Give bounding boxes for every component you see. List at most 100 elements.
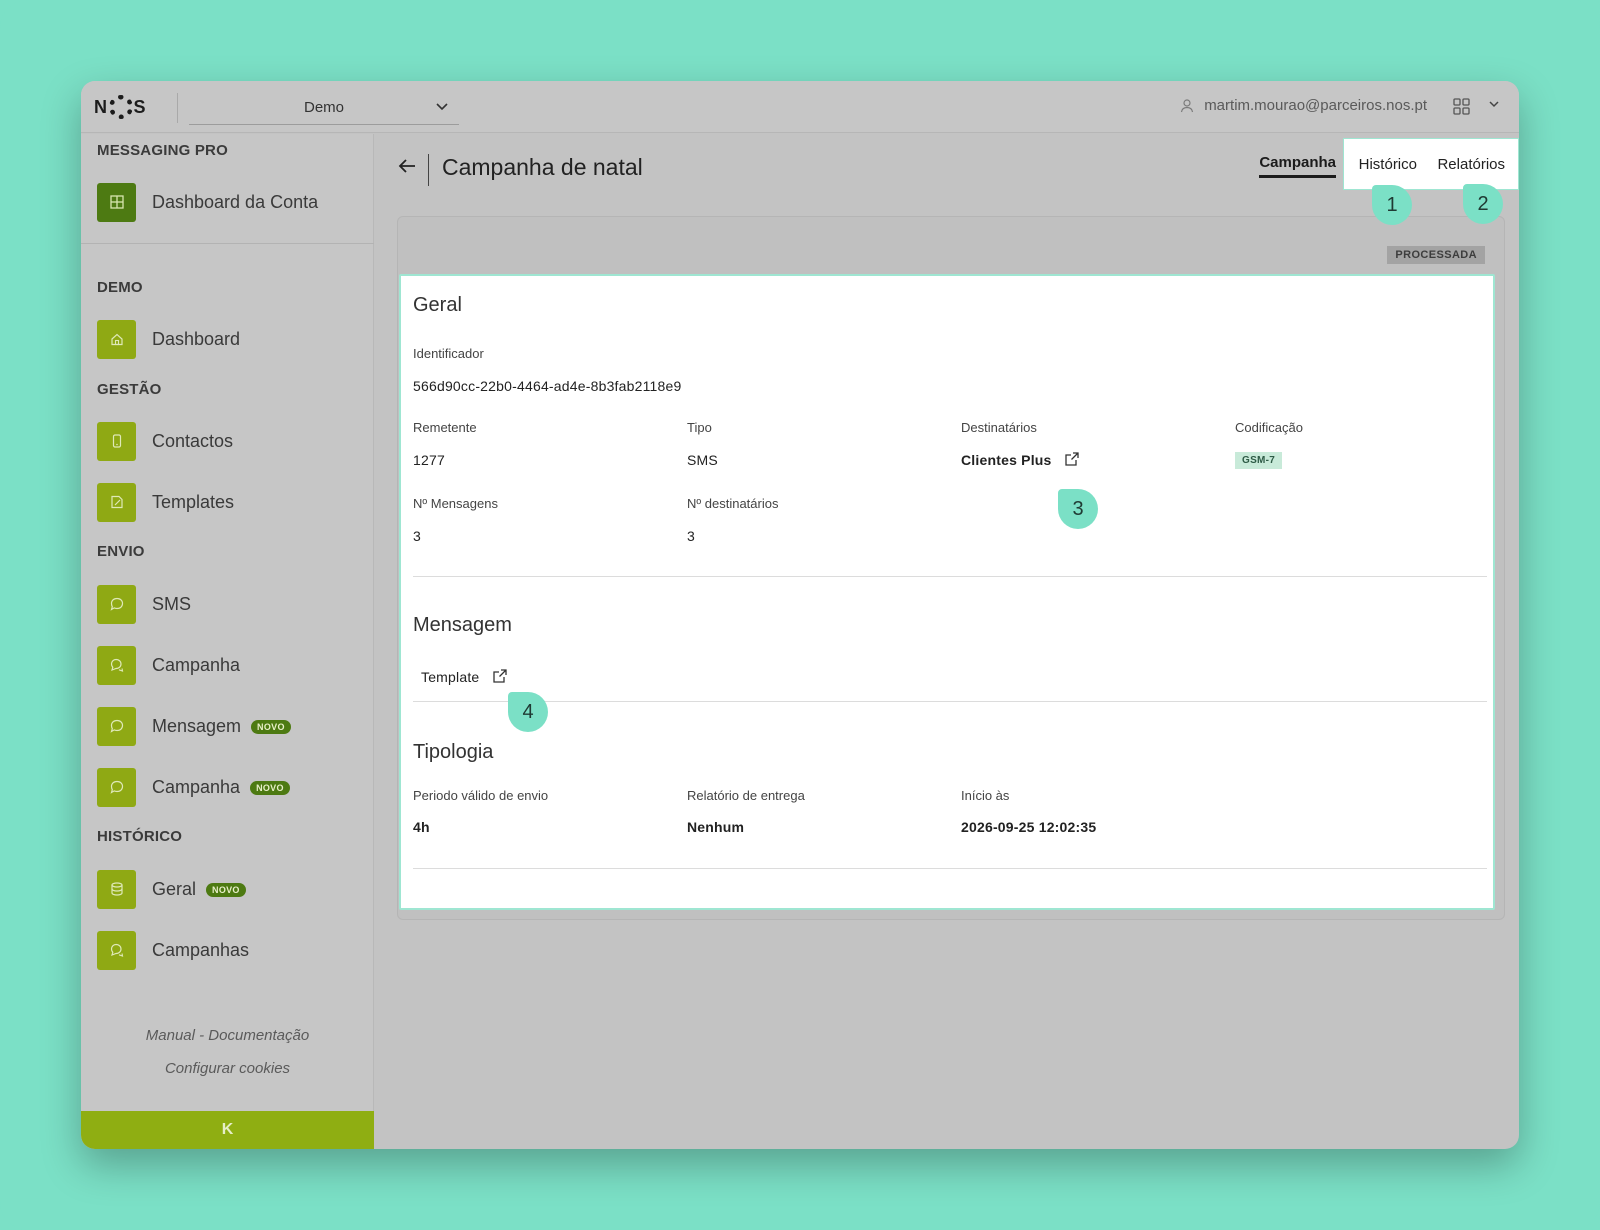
sidebar-item-dashboard-conta[interactable]: Dashboard da Conta: [97, 182, 318, 222]
codificacao-badge: GSM-7: [1235, 452, 1283, 469]
template-link-text: Template: [421, 669, 480, 685]
sidebar-item-label: Geral NOVO: [152, 879, 246, 900]
remetente-value: 1277: [413, 452, 445, 468]
page-title: Campanha de natal: [442, 154, 643, 180]
tipo-label: Tipo: [687, 420, 712, 435]
callout-3: 3: [1058, 489, 1098, 529]
remetente-label: Remetente: [413, 420, 477, 435]
inicio-label: Início às: [961, 788, 1010, 803]
collapse-icon: K: [221, 1121, 234, 1138]
sidebar-item-text: Mensagem: [152, 715, 242, 736]
edit-icon: [97, 482, 136, 522]
logo-ring-icon: [108, 95, 133, 119]
section-divider: [413, 701, 1487, 702]
sidebar-item-label: Campanhas: [152, 939, 250, 960]
sidebar: MESSAGING PRO Dashboard da Conta DEMO Da…: [81, 134, 374, 1149]
database-icon: [97, 869, 136, 909]
periodo-value: 4h: [413, 819, 430, 835]
home-icon: [97, 319, 136, 359]
identificador-value: 566d90cc-22b0-4464-ad4e-8b3fab2118e9: [413, 378, 682, 394]
novo-badge: NOVO: [206, 882, 246, 897]
user-icon: [1181, 98, 1194, 112]
sidebar-item-contactos[interactable]: Contactos: [97, 421, 233, 461]
destinatarios-label: Destinatários: [961, 420, 1037, 435]
status-badge: PROCESSADA: [1387, 246, 1485, 264]
destinatarios-link[interactable]: Clientes Plus: [961, 451, 1080, 468]
novo-badge: NOVO: [250, 780, 290, 795]
chat-group-icon: [97, 645, 136, 685]
sidebar-item-templates[interactable]: Templates: [97, 482, 234, 522]
account-select[interactable]: Demo: [189, 91, 459, 125]
section-envio: ENVIO: [97, 543, 145, 560]
nos-logo[interactable]: NS: [94, 93, 146, 121]
sidebar-item-label: Dashboard da Conta: [152, 191, 319, 212]
app-window: NS Demo martim.mourao@parceiros.nos.pt M…: [81, 81, 1519, 1149]
chat-icon: [97, 706, 136, 746]
phone-icon: [97, 421, 136, 461]
tab-historico[interactable]: Histórico: [1359, 156, 1417, 173]
tab-relatorios[interactable]: Relatórios: [1437, 156, 1505, 173]
n-mensagens-value: 3: [413, 528, 421, 544]
collapse-sidebar-button[interactable]: K: [81, 1111, 374, 1149]
grid-icon: [97, 182, 136, 222]
section-divider: [413, 868, 1487, 869]
callout-1: 1: [1372, 185, 1412, 225]
sidebar-item-label: Contactos: [152, 430, 234, 451]
sidebar-item-label: Dashboard: [152, 328, 241, 349]
relatorio-value: Nenhum: [687, 819, 745, 835]
external-link-icon[interactable]: [1064, 451, 1080, 467]
periodo-label: Periodo válido de envio: [413, 788, 549, 803]
identificador-label: Identificador: [413, 346, 484, 361]
destinatarios-value: Clientes Plus: [961, 452, 1052, 468]
user-chevron-down-icon[interactable]: [1487, 97, 1501, 114]
account-select-value: Demo: [303, 99, 344, 116]
sidebar-item-label: SMS: [152, 593, 192, 614]
header-divider: [177, 93, 178, 123]
sidebar-item-dashboard[interactable]: Dashboard: [97, 319, 240, 359]
sidebar-item-geral[interactable]: Geral NOVO: [97, 869, 246, 909]
n-destinatarios-label: Nº destinatários: [687, 496, 779, 511]
back-arrow-icon[interactable]: [397, 156, 417, 176]
sidebar-item-campanha[interactable]: Campanha: [97, 645, 240, 685]
n-destinatarios-value: 3: [687, 528, 695, 544]
section-gestao: GESTÃO: [97, 381, 162, 398]
codificacao-label: Codificação: [1235, 420, 1303, 435]
tab-campanha[interactable]: Campanha: [1259, 154, 1336, 178]
sidebar-item-sms[interactable]: SMS: [97, 584, 191, 624]
section-mensagem-title: Mensagem: [413, 614, 512, 636]
user-menu[interactable]: martim.mourao@parceiros.nos.pt: [1180, 97, 1427, 114]
title-divider: [428, 154, 429, 186]
sidebar-item-text: Geral: [152, 878, 197, 899]
tipo-value: SMS: [687, 452, 718, 468]
template-link[interactable]: Template: [421, 668, 508, 685]
apps-icon[interactable]: [1453, 98, 1471, 116]
callout-4: 4: [508, 692, 548, 732]
section-tipologia-title: Tipologia: [413, 741, 494, 763]
user-email: martim.mourao@parceiros.nos.pt: [1204, 97, 1427, 114]
sidebar-item-text: Campanha: [152, 776, 241, 797]
sidebar-item-campanha-novo[interactable]: Campanha NOVO: [97, 767, 290, 807]
chevron-down-icon: [435, 99, 449, 116]
sidebar-divider: [81, 243, 374, 244]
callout-2: 2: [1463, 184, 1503, 224]
manual-link[interactable]: Manual - Documentação: [81, 1027, 374, 1044]
sidebar-item-mensagem-novo[interactable]: Mensagem NOVO: [97, 706, 291, 746]
chat-icon: [97, 767, 136, 807]
top-bar: NS Demo martim.mourao@parceiros.nos.pt: [81, 81, 1519, 133]
sidebar-item-label: Campanha NOVO: [152, 777, 290, 798]
chat-group-icon: [97, 930, 136, 970]
novo-badge: NOVO: [251, 719, 291, 734]
external-link-icon[interactable]: [492, 668, 508, 684]
sidebar-item-label: Mensagem NOVO: [152, 716, 291, 737]
sidebar-item-label: Campanha: [152, 654, 241, 675]
sidebar-item-campanhas[interactable]: Campanhas: [97, 930, 249, 970]
section-demo: DEMO: [97, 279, 143, 296]
cookies-link[interactable]: Configurar cookies: [81, 1060, 374, 1077]
inicio-value: 2026-09-25 12:02:35: [961, 819, 1097, 835]
section-divider: [413, 576, 1487, 577]
sidebar-item-label: Templates: [152, 491, 235, 512]
section-geral-title: Geral: [413, 294, 462, 316]
n-mensagens-label: Nº Mensagens: [413, 496, 498, 511]
section-messaging-pro: MESSAGING PRO: [97, 142, 228, 159]
relatorio-label: Relatório de entrega: [687, 788, 805, 803]
